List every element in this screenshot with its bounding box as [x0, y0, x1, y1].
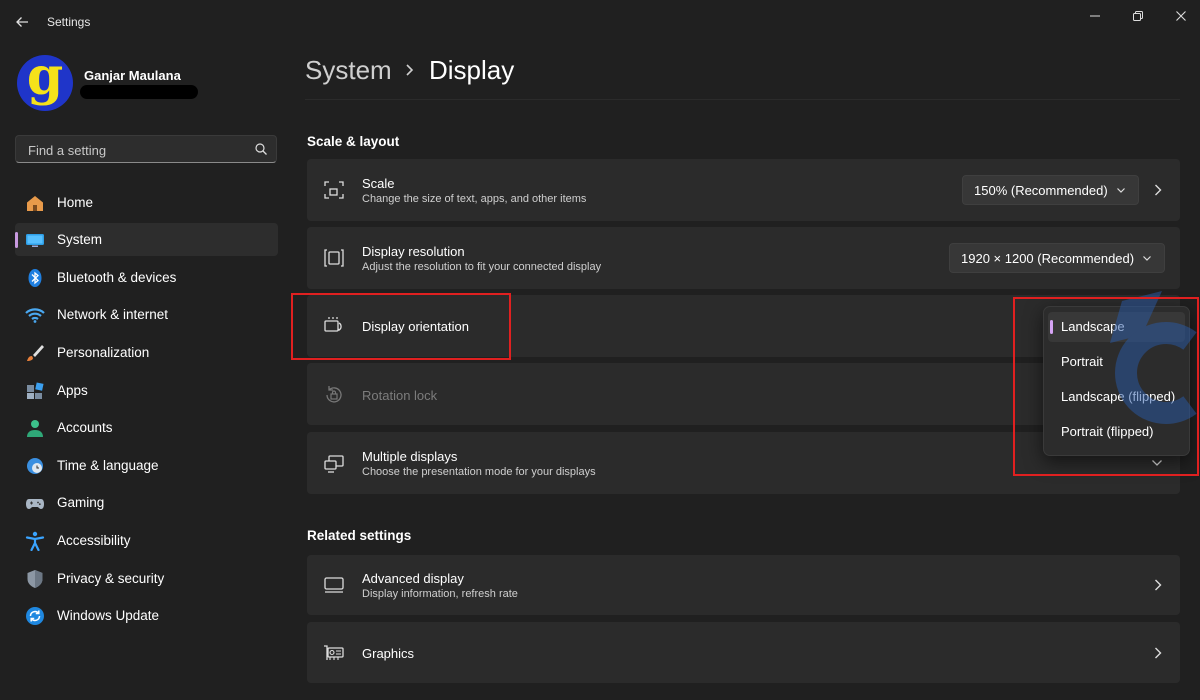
sidebar-item-label: Bluetooth & devices — [57, 270, 177, 285]
sidebar-item-label: Accounts — [57, 420, 113, 435]
sidebar-item-system[interactable]: System — [15, 223, 278, 256]
shield-icon — [27, 570, 43, 588]
display-resolution-title: Display resolution — [362, 244, 465, 259]
title-bar: Settings — [0, 0, 1200, 44]
search-box — [15, 135, 277, 164]
back-arrow-icon — [16, 17, 28, 27]
chevron-down-icon — [1117, 188, 1125, 193]
chevron-right-icon — [406, 64, 414, 76]
advanced-display-subtitle: Display information, refresh rate — [362, 588, 518, 600]
scale-subtitle: Change the size of text, apps, and other… — [362, 193, 587, 205]
multiple-displays-icon — [324, 455, 344, 473]
scale-title: Scale — [362, 176, 395, 191]
display-resolution-subtitle: Adjust the resolution to fit your connec… — [362, 261, 602, 273]
divider — [305, 99, 1180, 100]
back-button[interactable] — [8, 8, 36, 36]
sidebar-item-home[interactable]: Home — [15, 186, 278, 219]
chevron-right-icon — [1155, 647, 1162, 659]
clock-globe-icon — [27, 458, 43, 474]
resolution-icon — [324, 249, 344, 267]
sidebar-item-network[interactable]: Network & internet — [15, 298, 278, 331]
restore-button[interactable] — [1115, 4, 1161, 28]
resolution-dropdown[interactable]: 1920 × 1200 (Recommended) — [949, 243, 1165, 273]
sidebar-item-personalization[interactable]: Personalization — [15, 336, 278, 369]
sidebar-item-label: Network & internet — [57, 307, 169, 322]
resolution-dropdown-value: 1920 × 1200 (Recommended) — [961, 251, 1135, 266]
search-icon[interactable] — [254, 142, 268, 156]
sidebar-item-accessibility[interactable]: Accessibility — [15, 524, 278, 557]
app-title: Settings — [47, 15, 91, 29]
monitor-icon — [324, 577, 344, 593]
close-icon — [1176, 11, 1186, 21]
sidebar-item-label: Time & language — [57, 458, 159, 473]
advanced-display-title: Advanced display — [362, 571, 464, 586]
sidebar-item-label: Privacy & security — [57, 571, 165, 586]
chevron-down-icon — [1143, 256, 1151, 261]
section-title-related-settings: Related settings — [307, 528, 412, 543]
sidebar-item-gaming[interactable]: Gaming — [15, 486, 278, 519]
sidebar-item-label: Personalization — [57, 345, 150, 360]
restore-icon — [1133, 11, 1143, 21]
selection-indicator — [15, 232, 18, 248]
scale-row: Scale Change the size of text, apps, and… — [307, 159, 1180, 221]
sidebar-item-label: Windows Update — [57, 608, 160, 623]
breadcrumb-system[interactable]: System — [305, 55, 392, 86]
sidebar-item-bluetooth[interactable]: Bluetooth & devices — [15, 261, 278, 294]
page-title: Display — [429, 55, 515, 85]
multiple-displays-subtitle: Choose the presentation mode for your di… — [362, 466, 596, 478]
system-icon — [26, 234, 44, 247]
annotation-highlight-options — [1013, 297, 1199, 476]
home-icon — [27, 196, 43, 211]
scale-icon — [324, 181, 344, 199]
minimize-icon — [1090, 15, 1100, 17]
rotation-lock-title: Rotation lock — [362, 388, 438, 403]
close-button[interactable] — [1158, 4, 1200, 28]
redacted-email — [80, 85, 198, 99]
advanced-display-row[interactable]: Advanced display Display information, re… — [307, 555, 1180, 615]
sidebar-item-label: Apps — [57, 383, 88, 398]
wifi-icon — [25, 308, 45, 323]
annotation-highlight-orientation — [291, 293, 511, 360]
chevron-right-icon[interactable] — [1153, 183, 1163, 197]
user-name: Ganjar Maulana — [84, 68, 181, 83]
avatar-letter: g — [26, 55, 64, 107]
sidebar-item-label: System — [57, 232, 103, 247]
multiple-displays-title: Multiple displays — [362, 449, 458, 464]
sidebar-item-apps[interactable]: Apps — [15, 374, 278, 407]
graphics-row[interactable]: Graphics — [307, 622, 1180, 683]
minimize-button[interactable] — [1072, 4, 1118, 28]
apps-icon — [27, 382, 44, 399]
update-icon — [26, 607, 44, 625]
chevron-right-icon — [1155, 579, 1162, 591]
accounts-icon — [27, 420, 43, 437]
graphics-title: Graphics — [362, 646, 415, 661]
avatar[interactable]: g — [17, 55, 73, 111]
sidebar-item-label: Accessibility — [57, 533, 131, 548]
sidebar-item-accounts[interactable]: Accounts — [15, 411, 278, 444]
gamepad-icon — [26, 499, 44, 509]
scale-dropdown[interactable]: 150% (Recommended) — [962, 175, 1139, 205]
graphics-card-icon — [324, 645, 344, 660]
scale-dropdown-value: 150% (Recommended) — [974, 183, 1108, 198]
rotation-lock-icon — [326, 386, 342, 403]
sidebar-item-privacy[interactable]: Privacy & security — [15, 562, 278, 595]
section-title-scale-layout: Scale & layout — [307, 134, 400, 149]
display-resolution-row: Display resolution Adjust the resolution… — [307, 227, 1180, 289]
search-input[interactable] — [26, 136, 245, 164]
sidebar-item-label: Home — [57, 195, 94, 210]
sidebar-item-time-language[interactable]: Time & language — [15, 449, 278, 482]
accessibility-icon — [25, 531, 45, 551]
sidebar-item-windows-update[interactable]: Windows Update — [15, 599, 278, 632]
brush-icon — [27, 345, 44, 361]
bluetooth-icon — [28, 269, 42, 287]
sidebar-item-label: Gaming — [57, 495, 105, 510]
